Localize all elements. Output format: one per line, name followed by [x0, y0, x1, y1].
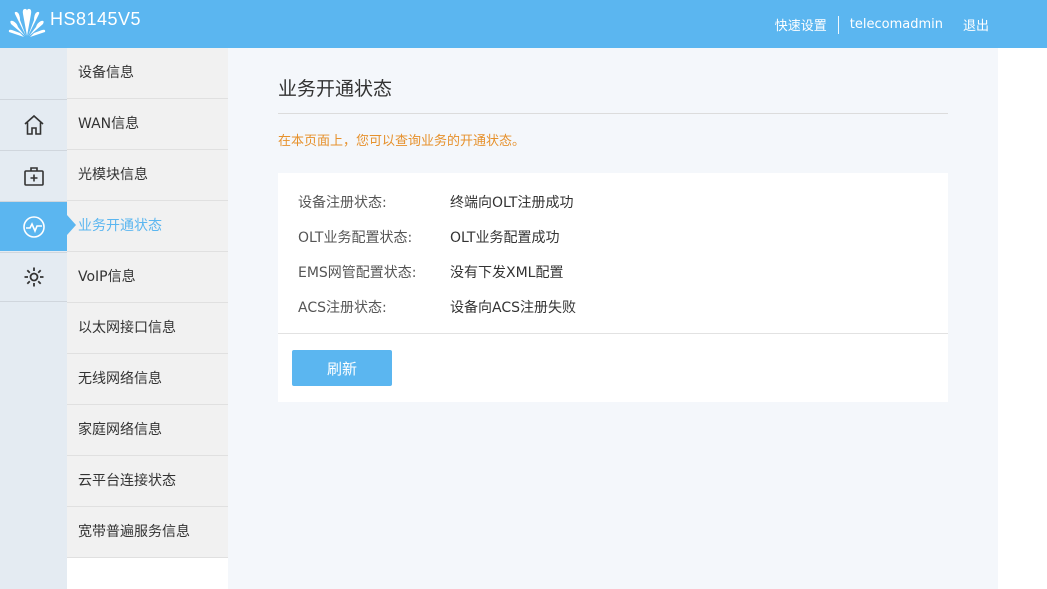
- status-value: 终端向OLT注册成功: [450, 195, 574, 211]
- rail-item-home[interactable]: [0, 99, 67, 149]
- quick-setup-link[interactable]: 快速设置: [775, 15, 827, 34]
- status-panel: 设备注册状态: 终端向OLT注册成功 OLT业务配置状态: OLT业务配置成功 …: [278, 173, 948, 402]
- huawei-logo: [8, 8, 46, 37]
- menu-item-device-info[interactable]: 设备信息: [67, 48, 228, 99]
- device-model: HS8145V5: [50, 9, 142, 29]
- panel-divider: [278, 333, 948, 334]
- status-value: 设备向ACS注册失败: [450, 300, 576, 316]
- status-label: 设备注册状态:: [298, 195, 387, 211]
- gear-icon: [24, 267, 43, 287]
- active-pointer: [67, 215, 76, 235]
- menu-item-service-status[interactable]: 业务开通状态: [67, 201, 228, 252]
- menu-item-home-network[interactable]: 家庭网络信息: [67, 405, 228, 456]
- icon-rail: [0, 48, 67, 589]
- medkit-icon: [23, 166, 44, 186]
- menu-item-optical-module[interactable]: 光模块信息: [67, 150, 228, 201]
- header-links: 快速设置 telecomadmin 退出: [775, 15, 989, 34]
- menu-item-broadband-service[interactable]: 宽带普遍服务信息: [67, 507, 228, 558]
- menu-item-ethernet-info[interactable]: 以太网接口信息: [67, 303, 228, 354]
- rail-item-status[interactable]: [0, 201, 67, 251]
- menu-item-wan-info[interactable]: WAN信息: [67, 99, 228, 150]
- menu-item-wireless-info[interactable]: 无线网络信息: [67, 354, 228, 405]
- top-bar: HS8145V5 快速设置 telecomadmin 退出: [0, 0, 1047, 48]
- status-label: EMS网管配置状态:: [298, 265, 417, 281]
- logout-link[interactable]: 退出: [963, 15, 989, 34]
- page-title: 业务开通状态: [278, 78, 393, 100]
- home-icon: [23, 114, 44, 135]
- status-value: 没有下发XML配置: [450, 265, 564, 281]
- rail-item-tools[interactable]: [0, 150, 67, 200]
- username-link[interactable]: telecomadmin: [850, 17, 943, 32]
- menu-item-voip-info[interactable]: VoIP信息: [67, 252, 228, 303]
- main-content: 业务开通状态 在本页面上，您可以查询业务的开通状态。 设备注册状态: 终端向OL…: [228, 48, 998, 589]
- status-label: ACS注册状态:: [298, 300, 387, 316]
- header-divider: [837, 15, 839, 34]
- page-hint: 在本页面上，您可以查询业务的开通状态。: [278, 134, 526, 149]
- pulse-icon: [22, 215, 45, 238]
- status-label: OLT业务配置状态:: [298, 230, 413, 246]
- refresh-button[interactable]: 刷新: [292, 350, 392, 386]
- title-divider: [278, 113, 948, 114]
- rail-item-settings[interactable]: [0, 252, 67, 302]
- status-value: OLT业务配置成功: [450, 230, 560, 246]
- menu-item-cloud-status[interactable]: 云平台连接状态: [67, 456, 228, 507]
- sub-menu: 设备信息 WAN信息 光模块信息 业务开通状态 VoIP信息 以太网接口信息 无…: [67, 48, 228, 589]
